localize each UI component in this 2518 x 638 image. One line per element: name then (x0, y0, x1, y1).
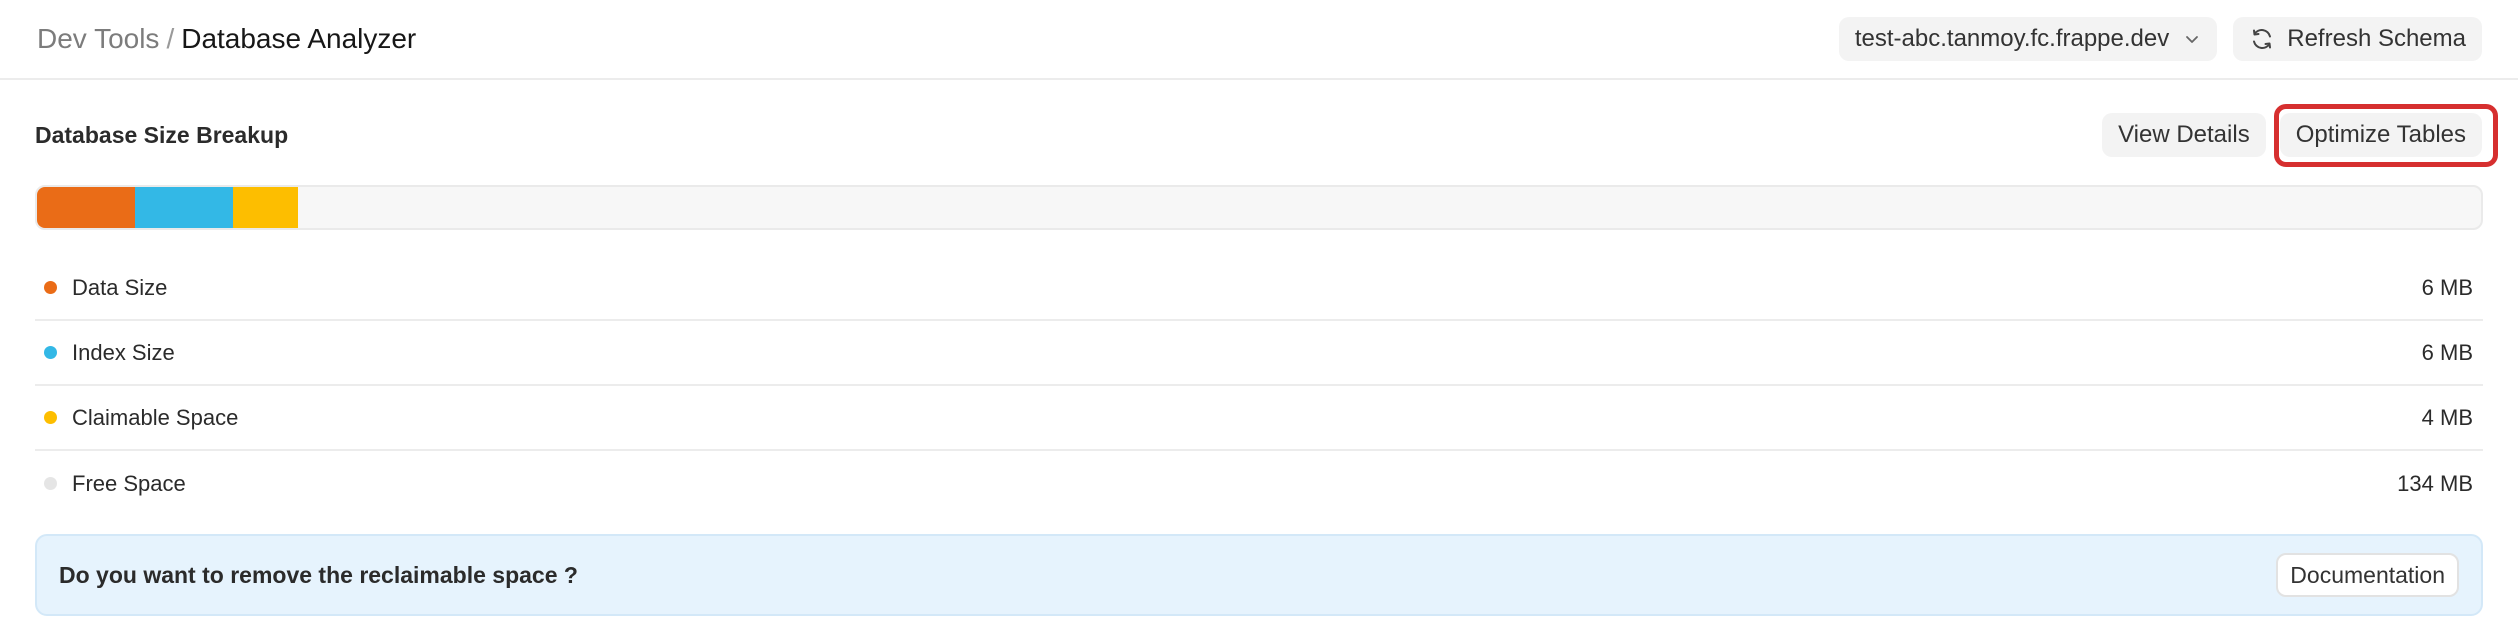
documentation-button[interactable]: Documentation (2276, 553, 2459, 597)
legend-label: Free Space (72, 470, 186, 496)
legend-left: Claimable Space (44, 405, 238, 431)
header-actions: test-abc.tanmoy.fc.frappe.dev Refresh Sc… (1838, 17, 2482, 61)
bar-segment-data-size (37, 187, 135, 228)
legend-value: 4 MB (2421, 404, 2473, 430)
legend-row-claimable-space: Claimable Space 4 MB (35, 386, 2483, 451)
breadcrumb-dev-tools[interactable]: Dev Tools (37, 23, 159, 55)
optimize-tables-button[interactable]: Optimize Tables (2279, 113, 2482, 157)
banner-message: Do you want to remove the reclaimable sp… (59, 561, 578, 588)
page-title: Database Analyzer (181, 23, 417, 54)
refresh-schema-label: Refresh Schema (2287, 25, 2466, 52)
site-select[interactable]: test-abc.tanmoy.fc.frappe.dev (1838, 17, 2218, 61)
legend-value: 6 MB (2421, 274, 2473, 300)
bar-segment-index-size (134, 187, 233, 228)
section-title: Database Size Breakup (35, 122, 289, 148)
breadcrumb-separator: / (166, 23, 175, 54)
legend-left: Index Size (44, 340, 175, 366)
chevron-down-icon (2183, 30, 2201, 48)
reclaim-banner: Do you want to remove the reclaimable sp… (35, 534, 2483, 616)
legend-row-free-space: Free Space 134 MB (35, 451, 2483, 516)
optimize-tables-wrapper: Optimize Tables (2273, 104, 2498, 167)
legend-label: Data Size (72, 274, 168, 300)
legend-dot-index-size (44, 346, 57, 359)
legend-label: Claimable Space (72, 404, 239, 430)
legend-row-index-size: Index Size 6 MB (35, 321, 2483, 386)
legend-value: 134 MB (2397, 470, 2473, 496)
legend-label: Index Size (72, 339, 175, 365)
section-actions: View Details Optimize Tables (2102, 104, 2498, 167)
refresh-icon (2249, 26, 2275, 52)
site-select-value: test-abc.tanmoy.fc.frappe.dev (1854, 25, 2170, 52)
database-size-bar (35, 185, 2483, 230)
legend-left: Data Size (44, 275, 167, 301)
legend-dot-data-size (44, 281, 57, 294)
legend-dot-claimable-space (44, 411, 57, 424)
view-details-button[interactable]: View Details (2102, 113, 2266, 157)
legend-value: 6 MB (2421, 339, 2473, 365)
legend-row-data-size: Data Size 6 MB (35, 256, 2483, 321)
size-legend: Data Size 6 MB Index Size 6 MB Claimable Spa… (35, 256, 2483, 516)
page-header: Dev Tools / Database Analyzer test-abc.t… (0, 0, 2518, 80)
bar-segment-claimable-space (232, 187, 298, 228)
legend-left: Free Space (44, 471, 186, 497)
breadcrumb: Dev Tools / Database Analyzer (37, 23, 416, 55)
legend-dot-free-space (44, 477, 57, 490)
refresh-schema-button[interactable]: Refresh Schema (2233, 17, 2482, 61)
